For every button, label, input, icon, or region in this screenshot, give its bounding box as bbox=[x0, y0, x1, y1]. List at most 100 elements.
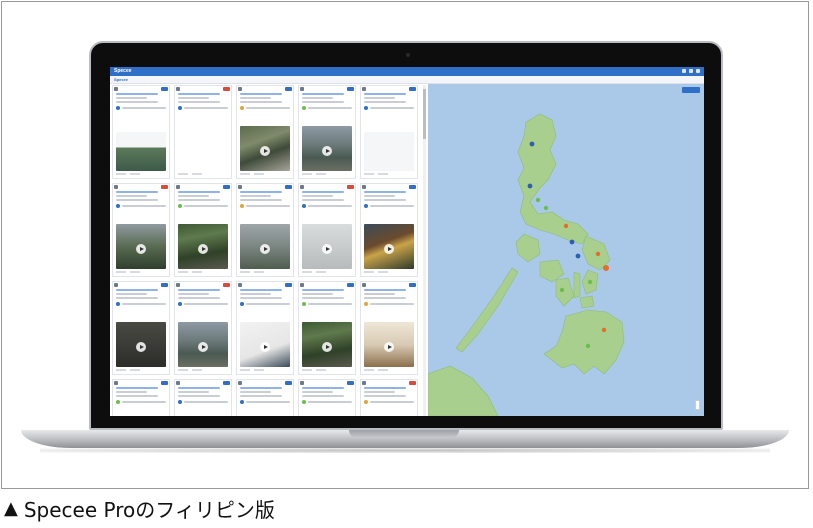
report-card[interactable] bbox=[112, 379, 170, 416]
card-actions[interactable] bbox=[178, 271, 228, 274]
card-actions[interactable] bbox=[116, 173, 166, 176]
philippines-map[interactable] bbox=[428, 84, 704, 416]
map-zoom-control[interactable] bbox=[695, 400, 700, 410]
map-marker[interactable] bbox=[529, 141, 535, 147]
card-thumbnail[interactable] bbox=[178, 322, 228, 367]
card-actions[interactable] bbox=[364, 173, 414, 176]
card-thumbnail[interactable] bbox=[240, 126, 290, 171]
map-marker[interactable] bbox=[535, 197, 541, 203]
card-actions[interactable] bbox=[178, 173, 228, 176]
card-actions[interactable] bbox=[116, 271, 166, 274]
text-line bbox=[240, 391, 271, 393]
card-thumbnail[interactable] bbox=[116, 224, 166, 269]
text-line bbox=[116, 293, 147, 295]
play-icon[interactable] bbox=[198, 243, 208, 254]
play-icon[interactable] bbox=[322, 243, 332, 254]
play-icon[interactable] bbox=[384, 341, 394, 352]
report-card[interactable] bbox=[174, 183, 232, 277]
card-thumbnail[interactable] bbox=[364, 322, 414, 367]
grid-icon[interactable] bbox=[689, 69, 693, 73]
card-thumbnail[interactable] bbox=[178, 224, 228, 269]
map-marker[interactable] bbox=[603, 265, 609, 271]
bell-icon[interactable] bbox=[682, 69, 686, 73]
card-thumbnail[interactable] bbox=[116, 322, 166, 367]
status-badge bbox=[223, 86, 230, 91]
play-icon[interactable] bbox=[260, 341, 270, 352]
play-icon[interactable] bbox=[198, 341, 208, 352]
card-meta bbox=[116, 204, 166, 208]
play-icon[interactable] bbox=[322, 145, 332, 156]
user-icon[interactable] bbox=[696, 69, 700, 73]
card-actions[interactable] bbox=[364, 369, 414, 372]
play-icon[interactable] bbox=[384, 243, 394, 254]
embedded-post[interactable] bbox=[364, 132, 414, 171]
map-marker[interactable] bbox=[587, 279, 593, 285]
card-thumbnail[interactable] bbox=[240, 322, 290, 367]
play-icon[interactable] bbox=[260, 243, 270, 254]
map-marker[interactable] bbox=[569, 239, 575, 245]
status-badge bbox=[161, 380, 168, 385]
status-badge bbox=[409, 184, 416, 189]
report-card[interactable] bbox=[298, 281, 356, 375]
map-control-button[interactable] bbox=[682, 87, 700, 93]
embedded-post[interactable] bbox=[116, 132, 166, 171]
report-card[interactable] bbox=[360, 183, 418, 277]
map-marker[interactable] bbox=[527, 183, 533, 189]
map-marker[interactable] bbox=[543, 205, 549, 211]
report-card[interactable] bbox=[174, 379, 232, 416]
filter-label[interactable]: Specee bbox=[114, 77, 128, 82]
report-card[interactable] bbox=[174, 281, 232, 375]
card-thumbnail[interactable] bbox=[364, 224, 414, 269]
text-line bbox=[184, 205, 228, 207]
map-marker[interactable] bbox=[585, 343, 591, 349]
report-card[interactable] bbox=[360, 379, 418, 416]
report-card[interactable] bbox=[174, 85, 232, 179]
text-line bbox=[240, 199, 282, 201]
map-marker[interactable] bbox=[601, 327, 607, 333]
play-icon[interactable] bbox=[322, 341, 332, 352]
card-actions[interactable] bbox=[178, 369, 228, 372]
report-card[interactable] bbox=[112, 85, 170, 179]
text-line bbox=[246, 205, 290, 207]
map-marker[interactable] bbox=[559, 287, 565, 293]
card-actions[interactable] bbox=[116, 369, 166, 372]
status-badge bbox=[223, 380, 230, 385]
scroll-thumb[interactable] bbox=[423, 89, 426, 139]
text-line bbox=[178, 293, 209, 295]
card-thumbnail[interactable] bbox=[302, 126, 352, 171]
text-line bbox=[122, 303, 166, 305]
report-card[interactable] bbox=[236, 379, 294, 416]
report-card[interactable] bbox=[298, 379, 356, 416]
card-actions[interactable] bbox=[240, 369, 290, 372]
report-card[interactable] bbox=[236, 281, 294, 375]
report-card[interactable] bbox=[298, 85, 356, 179]
report-card[interactable] bbox=[112, 281, 170, 375]
card-thumbnail[interactable] bbox=[302, 322, 352, 367]
card-scrollbar[interactable] bbox=[423, 85, 426, 416]
report-card[interactable] bbox=[236, 183, 294, 277]
card-actions[interactable] bbox=[302, 173, 352, 176]
text-line bbox=[302, 293, 333, 295]
text-line bbox=[184, 401, 228, 403]
category-tag bbox=[362, 380, 366, 385]
card-actions[interactable] bbox=[240, 173, 290, 176]
card-actions[interactable] bbox=[240, 271, 290, 274]
play-icon[interactable] bbox=[136, 341, 146, 352]
report-card[interactable] bbox=[360, 85, 418, 179]
card-thumbnail[interactable] bbox=[302, 224, 352, 269]
play-icon[interactable] bbox=[136, 243, 146, 254]
card-actions[interactable] bbox=[364, 271, 414, 274]
card-thumbnail[interactable] bbox=[240, 224, 290, 269]
report-card[interactable] bbox=[112, 183, 170, 277]
app-logo[interactable]: Specee bbox=[114, 68, 132, 74]
map-marker[interactable] bbox=[595, 251, 601, 257]
source-icon bbox=[116, 302, 120, 306]
card-actions[interactable] bbox=[302, 369, 352, 372]
play-icon[interactable] bbox=[260, 145, 270, 156]
card-actions[interactable] bbox=[302, 271, 352, 274]
report-card[interactable] bbox=[360, 281, 418, 375]
map-marker[interactable] bbox=[563, 223, 569, 229]
report-card[interactable] bbox=[236, 85, 294, 179]
report-card[interactable] bbox=[298, 183, 356, 277]
map-marker[interactable] bbox=[575, 253, 581, 259]
